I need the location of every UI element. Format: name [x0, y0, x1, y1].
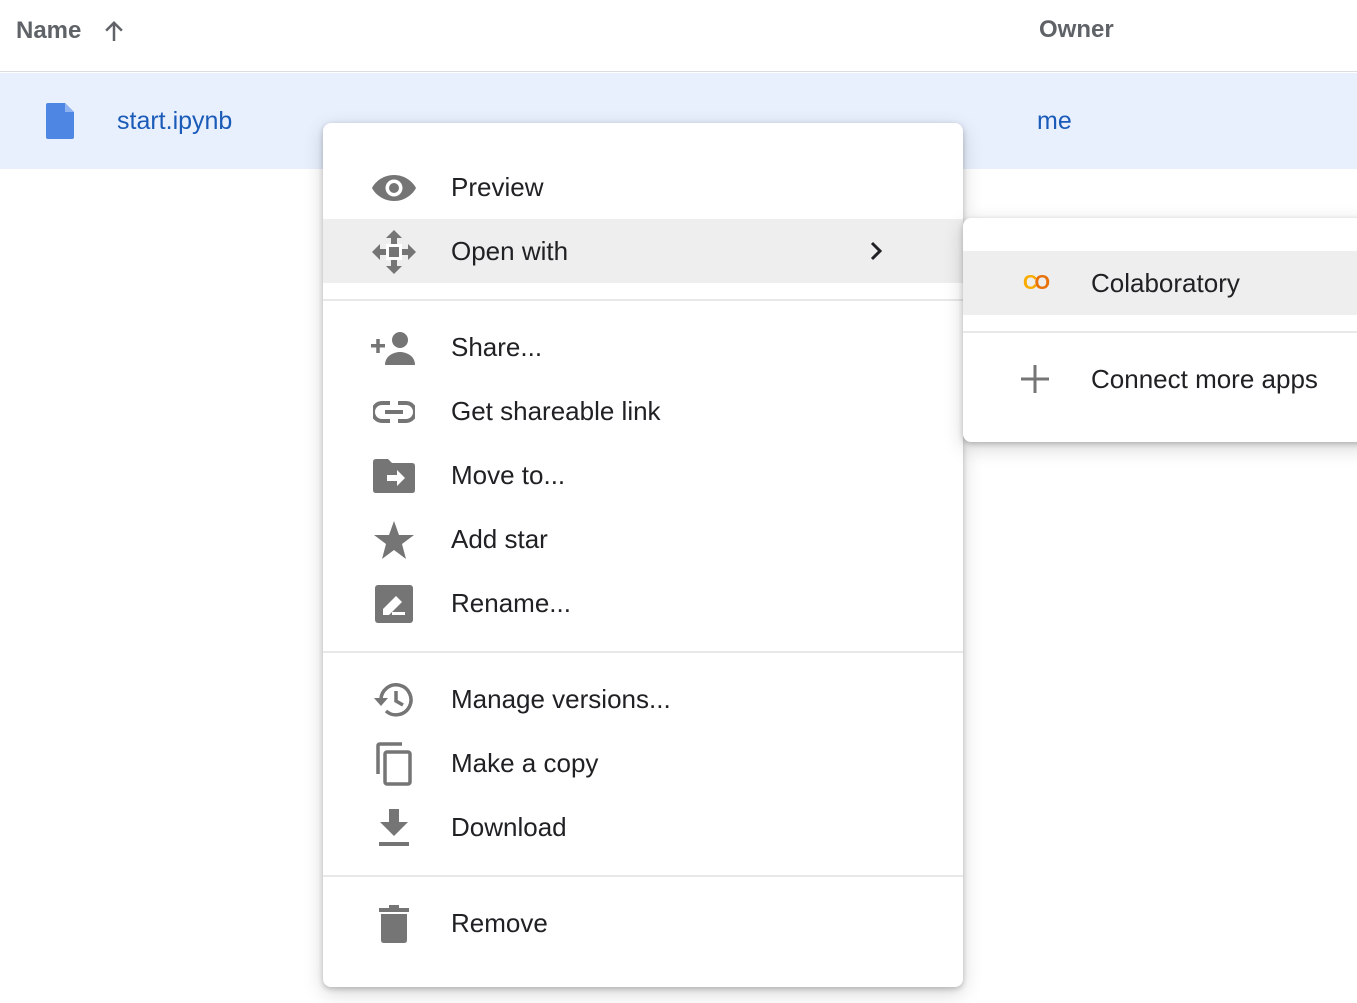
copy-icon [371, 742, 417, 786]
open-with-submenu: CO Colaboratory Connect more apps [963, 218, 1357, 442]
menu-item-open-with[interactable]: Open with [323, 219, 963, 283]
menu-item-label: Rename... [451, 588, 571, 618]
folder-move-icon [371, 459, 417, 493]
menu-item-rename[interactable]: Rename... [323, 571, 963, 635]
menu-item-make-copy[interactable]: Make a copy [323, 731, 963, 795]
menu-item-remove[interactable]: Remove [323, 891, 963, 955]
link-icon [371, 395, 417, 429]
submenu-item-label: Colaboratory [1091, 268, 1240, 298]
plus-icon [1013, 363, 1057, 395]
menu-item-manage-versions[interactable]: Manage versions... [323, 667, 963, 731]
list-header: Name Owner [0, 0, 1357, 72]
menu-item-label: Open with [451, 236, 569, 266]
owner-column-header[interactable]: Owner [1039, 16, 1114, 44]
name-column-label: Name [16, 17, 82, 44]
name-column-header[interactable]: Name [16, 16, 129, 46]
submenu-item-label: Connect more apps [1091, 364, 1318, 394]
submenu-divider [963, 331, 1357, 333]
menu-item-label: Manage versions... [451, 684, 671, 714]
menu-item-label: Make a copy [451, 748, 599, 778]
file-name[interactable]: start.ipynb [117, 107, 232, 136]
submenu-item-colaboratory[interactable]: CO Colaboratory [963, 251, 1357, 315]
menu-divider [323, 299, 963, 301]
arrow-up-icon[interactable] [99, 16, 129, 46]
history-icon [371, 683, 417, 717]
move-arrows-icon [371, 230, 417, 274]
edit-icon [371, 585, 417, 623]
menu-item-preview[interactable]: Preview [323, 155, 963, 219]
menu-divider [323, 875, 963, 877]
menu-item-label: Share... [451, 332, 543, 362]
star-icon [371, 521, 417, 559]
menu-item-label: Remove [451, 908, 548, 938]
person-add-icon [371, 331, 417, 365]
submenu-item-connect-apps[interactable]: Connect more apps [963, 347, 1357, 411]
menu-item-label: Move to... [451, 460, 566, 490]
menu-item-move-to[interactable]: Move to... [323, 443, 963, 507]
menu-item-label: Download [451, 812, 567, 842]
menu-item-get-link[interactable]: Get shareable link [323, 379, 963, 443]
menu-divider [323, 651, 963, 653]
file-owner: me [1037, 107, 1072, 135]
download-icon [371, 809, 417, 846]
menu-item-download[interactable]: Download [323, 795, 963, 859]
menu-item-share[interactable]: Share... [323, 315, 963, 379]
chevron-right-icon [870, 241, 883, 261]
drive-file-list: Name Owner start.ipynb me Preview Open w… [0, 0, 1357, 1003]
menu-item-label: Preview [451, 172, 544, 202]
context-menu: Preview Open with Share... Get shareable… [323, 123, 963, 987]
colab-icon: CO [1022, 271, 1050, 294]
eye-icon [371, 171, 417, 205]
trash-icon [371, 905, 417, 943]
document-icon [46, 103, 74, 139]
menu-item-label: Add star [451, 524, 548, 554]
menu-item-label: Get shareable link [451, 396, 661, 426]
menu-item-add-star[interactable]: Add star [323, 507, 963, 571]
